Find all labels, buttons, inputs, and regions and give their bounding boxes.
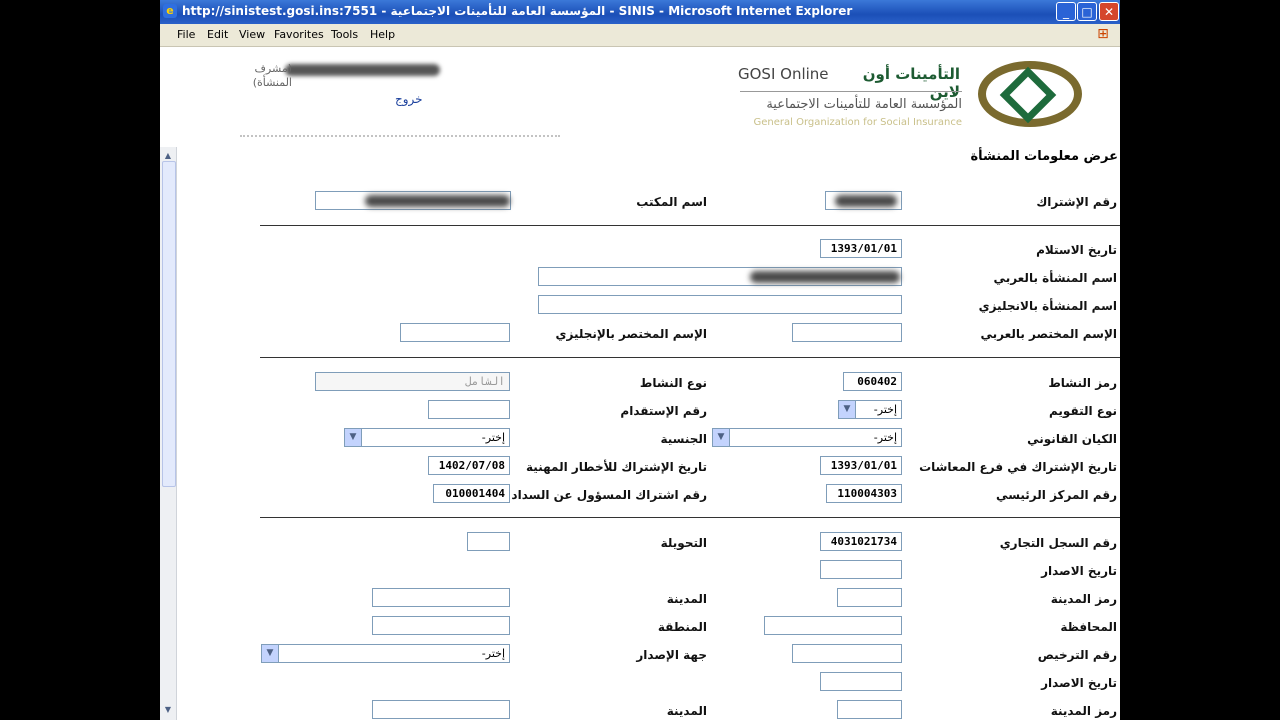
- label-legal-entity: الكيان القانوني: [1027, 432, 1117, 446]
- menu-edit[interactable]: Edit: [207, 28, 228, 41]
- label-region: المنطقة: [657, 620, 707, 634]
- menu-file[interactable]: File: [177, 28, 195, 41]
- issuer-value: إختر-: [481, 647, 505, 660]
- main-content: ▲ ▼ عرض معلومات المنشأة رقم الإشتراك اسم…: [160, 147, 1120, 720]
- menu-tools[interactable]: Tools: [331, 28, 358, 41]
- region-field[interactable]: [372, 616, 510, 635]
- label-license-no: رقم الترخيص: [1037, 648, 1117, 662]
- vertical-scrollbar[interactable]: ▲ ▼: [160, 147, 177, 720]
- rating-type-value: إختر-: [873, 403, 897, 416]
- payer-no-field[interactable]: 010001404: [433, 484, 510, 503]
- city-field[interactable]: [372, 588, 510, 607]
- ie-logo-icon: e: [163, 4, 177, 18]
- org-name-arabic: المؤسسة العامة للتأمينات الاجتماعية: [766, 97, 962, 112]
- governorate-field[interactable]: [764, 616, 902, 635]
- activity-code-field[interactable]: 060402: [843, 372, 902, 391]
- activity-type-field[interactable]: الشامل: [315, 372, 510, 391]
- issue-date-2-field[interactable]: [820, 672, 902, 691]
- receipt-date-field[interactable]: 1393/01/01: [820, 239, 902, 258]
- label-city-code: رمز المدينة: [1050, 592, 1117, 606]
- menu-help[interactable]: Help: [370, 28, 395, 41]
- label-payer-no: رقم اشتراك المسؤول عن السداد: [511, 488, 707, 502]
- label-cr-no: رقم السجل التجاري: [999, 536, 1117, 550]
- label-governorate: المحافظة: [1060, 620, 1117, 634]
- label-transfer: التحويلة: [660, 536, 707, 550]
- title-bar: e http://sinistest.gosi.ins:7551 - المؤس…: [160, 0, 1120, 24]
- nationality-value: إختر-: [481, 431, 505, 444]
- hazard-date-field[interactable]: 1402/07/08: [428, 456, 510, 475]
- brand-divider: [740, 91, 962, 92]
- chevron-down-icon[interactable]: ▼: [262, 645, 279, 662]
- label-name-english: اسم المنشأة بالانجليزي: [978, 299, 1117, 313]
- user-role: (مشرف المنشأة): [252, 62, 292, 89]
- pension-date-field[interactable]: 1393/01/01: [820, 456, 902, 475]
- scroll-thumb[interactable]: [162, 161, 176, 487]
- label-short-english: الإسم المختصر بالإنجليزي: [555, 327, 707, 341]
- name-arabic-redacted: [750, 271, 900, 283]
- label-issue-date-2: تاريخ الاصدار: [1041, 676, 1117, 690]
- legal-entity-select[interactable]: ▼ إختر-: [712, 428, 902, 447]
- label-activity-code: رمز النشاط: [1048, 376, 1117, 390]
- label-rating-type: نوع التقويم: [1049, 404, 1117, 418]
- transfer-field[interactable]: [467, 532, 510, 551]
- window-title: http://sinistest.gosi.ins:7551 - المؤسسة…: [182, 4, 853, 18]
- issuer-select[interactable]: ▼ إختر-: [261, 644, 510, 663]
- label-issue-date: تاريخ الاصدار: [1041, 564, 1117, 578]
- rating-type-select[interactable]: ▼ إختر-: [838, 400, 902, 419]
- label-activity-type: نوع النشاط: [639, 376, 707, 390]
- label-short-arabic: الإسم المختصر بالعربي: [980, 327, 1117, 341]
- menu-view[interactable]: View: [239, 28, 265, 41]
- chevron-down-icon[interactable]: ▼: [713, 429, 730, 446]
- city-code-2-field[interactable]: [837, 700, 902, 719]
- org-name-english: General Organization for Social Insuranc…: [753, 117, 962, 128]
- cr-no-field[interactable]: 4031021734: [820, 532, 902, 551]
- label-city-2: المدينة: [666, 704, 707, 718]
- windows-logo-icon: ⊞: [1097, 26, 1109, 42]
- label-nationality: الجنسية: [660, 432, 707, 446]
- brand-english: GOSI Online: [738, 65, 829, 83]
- legal-entity-value: إختر-: [873, 431, 897, 444]
- label-hazard-date: تاريخ الإشتراك للأخطار المهنية: [526, 460, 707, 474]
- label-subscription-no: رقم الإشتراك: [1036, 195, 1117, 209]
- subscription-no-redacted: [835, 195, 897, 207]
- name-english-field[interactable]: [538, 295, 902, 314]
- employment-no-field[interactable]: [428, 400, 510, 419]
- nav-divider: [240, 135, 560, 147]
- chevron-down-icon[interactable]: ▼: [839, 401, 856, 418]
- city-2-field[interactable]: [372, 700, 510, 719]
- site-header: التأمينات أون لاين GOSI Online المؤسسة ا…: [160, 47, 1120, 147]
- close-button[interactable]: ✕: [1099, 2, 1119, 21]
- label-pension-date: تاريخ الإشتراك في فرع المعاشات: [919, 460, 1117, 474]
- section-divider: [260, 225, 1120, 226]
- label-office-name: اسم المكتب: [636, 195, 707, 209]
- menu-favorites[interactable]: Favorites: [274, 28, 324, 41]
- user-name-redacted: [285, 64, 440, 76]
- city-code-field[interactable]: [837, 588, 902, 607]
- license-no-field[interactable]: [792, 644, 902, 663]
- browser-window: e http://sinistest.gosi.ins:7551 - المؤس…: [160, 0, 1120, 720]
- label-employment-no: رقم الإستقدام: [620, 404, 707, 418]
- maximize-button[interactable]: □: [1077, 2, 1097, 21]
- chevron-down-icon[interactable]: ▼: [345, 429, 362, 446]
- label-main-center: رقم المركز الرئيسي: [996, 488, 1117, 502]
- menu-bar: File Edit View Favorites Tools Help ⊞: [160, 24, 1120, 47]
- section-divider: [260, 517, 1120, 518]
- label-name-arabic: اسم المنشأة بالعربي: [993, 271, 1117, 285]
- logout-link[interactable]: خروج: [395, 92, 423, 106]
- minimize-button[interactable]: _: [1056, 2, 1076, 21]
- nationality-select[interactable]: ▼ إختر-: [344, 428, 510, 447]
- label-city-code-2: رمز المدينة: [1050, 704, 1117, 718]
- label-receipt-date: تاريخ الاستلام: [1036, 243, 1117, 257]
- main-center-field[interactable]: 110004303: [826, 484, 902, 503]
- short-english-field[interactable]: [400, 323, 510, 342]
- office-name-redacted: [365, 195, 510, 207]
- scroll-down-icon[interactable]: ▼: [162, 704, 174, 716]
- issue-date-field[interactable]: [820, 560, 902, 579]
- brand-arabic: التأمينات أون لاين: [862, 65, 960, 101]
- label-city: المدينة: [666, 592, 707, 606]
- label-issuer: جهة الإصدار: [636, 648, 707, 662]
- short-arabic-field[interactable]: [792, 323, 902, 342]
- page-title: عرض معلومات المنشأة: [970, 149, 1119, 164]
- section-divider: [260, 357, 1120, 358]
